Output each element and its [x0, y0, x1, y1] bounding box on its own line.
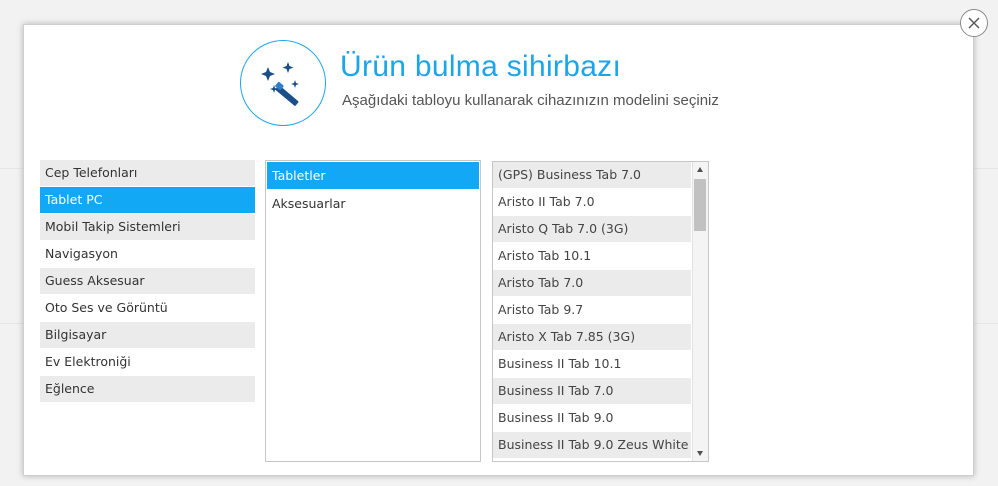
category-item[interactable]: Cep Telefonları [40, 160, 255, 187]
wizard-icon-circle [240, 40, 326, 126]
model-list: (GPS) Business Tab 7.0 Aristo II Tab 7.0 A… [493, 162, 691, 459]
category-item[interactable]: Tablet PC [40, 187, 255, 214]
page-subtitle: Aşağıdaki tabloyu kullanarak cihazınızın… [342, 92, 719, 109]
category-item[interactable]: Eğlence [40, 376, 255, 403]
model-item[interactable]: Business II Tab 9.0 [493, 405, 691, 432]
model-item[interactable]: Aristo Tab 10.1 [493, 243, 691, 270]
category-list: Cep Telefonları Tablet PC Mobil Takip Sist… [40, 160, 255, 403]
model-item[interactable]: Business II Tab 9.0 Zeus White [493, 432, 691, 459]
magic-wand-icon [261, 62, 299, 106]
subcategory-item[interactable]: Aksesuarlar [267, 190, 479, 217]
subcategory-item[interactable]: Tabletler [267, 162, 479, 189]
scroll-thumb[interactable] [694, 179, 706, 231]
category-item[interactable]: Bilgisayar [40, 322, 255, 349]
category-item[interactable]: Oto Ses ve Görüntü [40, 295, 255, 322]
model-item[interactable]: Aristo Q Tab 7.0 (3G) [493, 216, 691, 243]
scroll-down-arrow-icon[interactable] [697, 451, 703, 456]
subcategory-list: Tabletler Aksesuarlar [265, 160, 481, 462]
category-item[interactable]: Guess Aksesuar [40, 268, 255, 295]
model-list-scrollbar[interactable] [692, 162, 708, 461]
model-item[interactable]: Aristo Tab 9.7 [493, 297, 691, 324]
model-item[interactable]: Aristo X Tab 7.85 (3G) [493, 324, 691, 351]
scroll-up-arrow-icon[interactable] [697, 167, 703, 172]
page-title: Ürün bulma sihirbazı [340, 50, 622, 83]
model-item[interactable]: Business II Tab 7.0 [493, 378, 691, 405]
model-item[interactable]: Aristo Tab 7.0 [493, 270, 691, 297]
product-finder-modal: Ürün bulma sihirbazı Aşağıdaki tabloyu k… [23, 24, 974, 476]
category-item[interactable]: Navigasyon [40, 241, 255, 268]
model-list-box: (GPS) Business Tab 7.0 Aristo II Tab 7.0 A… [492, 161, 709, 462]
model-item[interactable]: (GPS) Business Tab 7.0 [493, 162, 691, 189]
model-item[interactable]: Aristo II Tab 7.0 [493, 189, 691, 216]
close-button[interactable] [960, 9, 988, 37]
model-item[interactable]: Business II Tab 10.1 [493, 351, 691, 378]
close-icon [968, 17, 980, 29]
category-item[interactable]: Ev Elektroniği [40, 349, 255, 376]
category-item[interactable]: Mobil Takip Sistemleri [40, 214, 255, 241]
